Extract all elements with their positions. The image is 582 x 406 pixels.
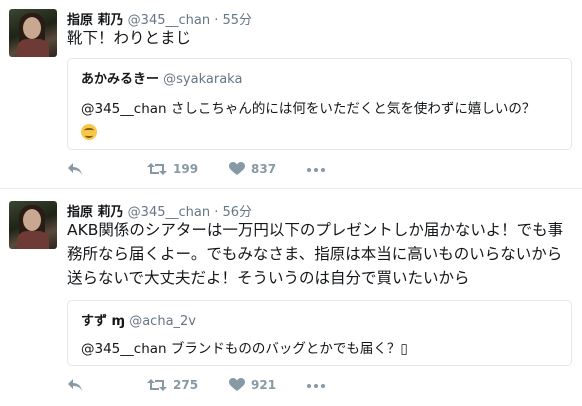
tweet-actions: 199 837 — [67, 162, 367, 180]
like-button[interactable]: 837 — [229, 162, 276, 176]
tweet-actions: 275 921 — [67, 378, 367, 396]
retweet-icon — [147, 378, 167, 392]
tweet[interactable]: 指原 莉乃 @345__chan · 55分 靴下！わりとまじ あかみるきー @… — [0, 0, 582, 188]
reply-button[interactable] — [67, 162, 83, 176]
quoted-author-handle: @syakaraka — [163, 72, 243, 87]
retweet-count: 275 — [173, 378, 199, 392]
like-count: 921 — [251, 378, 277, 392]
smiling-emoji-icon — [81, 121, 97, 140]
quoted-tweet[interactable]: あかみるきー @syakaraka @345__chan さしこちゃん的には何を… — [67, 58, 572, 150]
retweet-button[interactable]: 199 — [147, 162, 198, 176]
reply-button[interactable] — [67, 378, 83, 392]
quoted-header: あかみるきー @syakaraka — [81, 68, 242, 87]
retweet-count: 199 — [173, 162, 199, 176]
tweet-text: AKB関係のシアターは一万円以下のプレゼントしか届かないよ！でも事務所なら届くよ… — [67, 221, 564, 287]
more-icon — [307, 168, 325, 172]
more-button[interactable] — [307, 384, 325, 388]
tweet-divider — [0, 188, 582, 189]
tweet[interactable]: 指原 莉乃 @345__chan · 56分 AKB関係のシアターは一万円以下の… — [0, 190, 582, 406]
quoted-author-name: すず ɱ — [81, 314, 126, 329]
more-button[interactable] — [307, 168, 325, 172]
heart-icon — [229, 162, 245, 176]
more-icon — [307, 384, 325, 388]
retweet-icon — [147, 162, 167, 176]
quoted-author-handle: @acha_2v — [129, 314, 197, 329]
tweet-text: 靴下！わりとまじ — [67, 29, 192, 47]
retweet-button[interactable]: 275 — [147, 378, 198, 392]
heart-icon — [229, 378, 245, 392]
reply-icon — [67, 378, 83, 392]
reply-icon — [67, 162, 83, 176]
quoted-text: @345__chan さしこちゃん的には何をいただくと気を使わずに嬉しいの？ — [81, 101, 536, 117]
like-button[interactable]: 921 — [229, 378, 276, 392]
quoted-header: すず ɱ @acha_2v — [81, 310, 196, 329]
avatar[interactable] — [9, 9, 57, 57]
quoted-tweet[interactable]: すず ɱ @acha_2v @345__chan ブランドもののバッグとかでも届… — [67, 300, 572, 366]
quoted-author-name: あかみるきー — [81, 72, 160, 87]
like-count: 837 — [251, 162, 277, 176]
avatar[interactable] — [9, 201, 57, 249]
quoted-text: @345__chan ブランドもののバッグとかでも届く？▯ — [81, 341, 408, 357]
